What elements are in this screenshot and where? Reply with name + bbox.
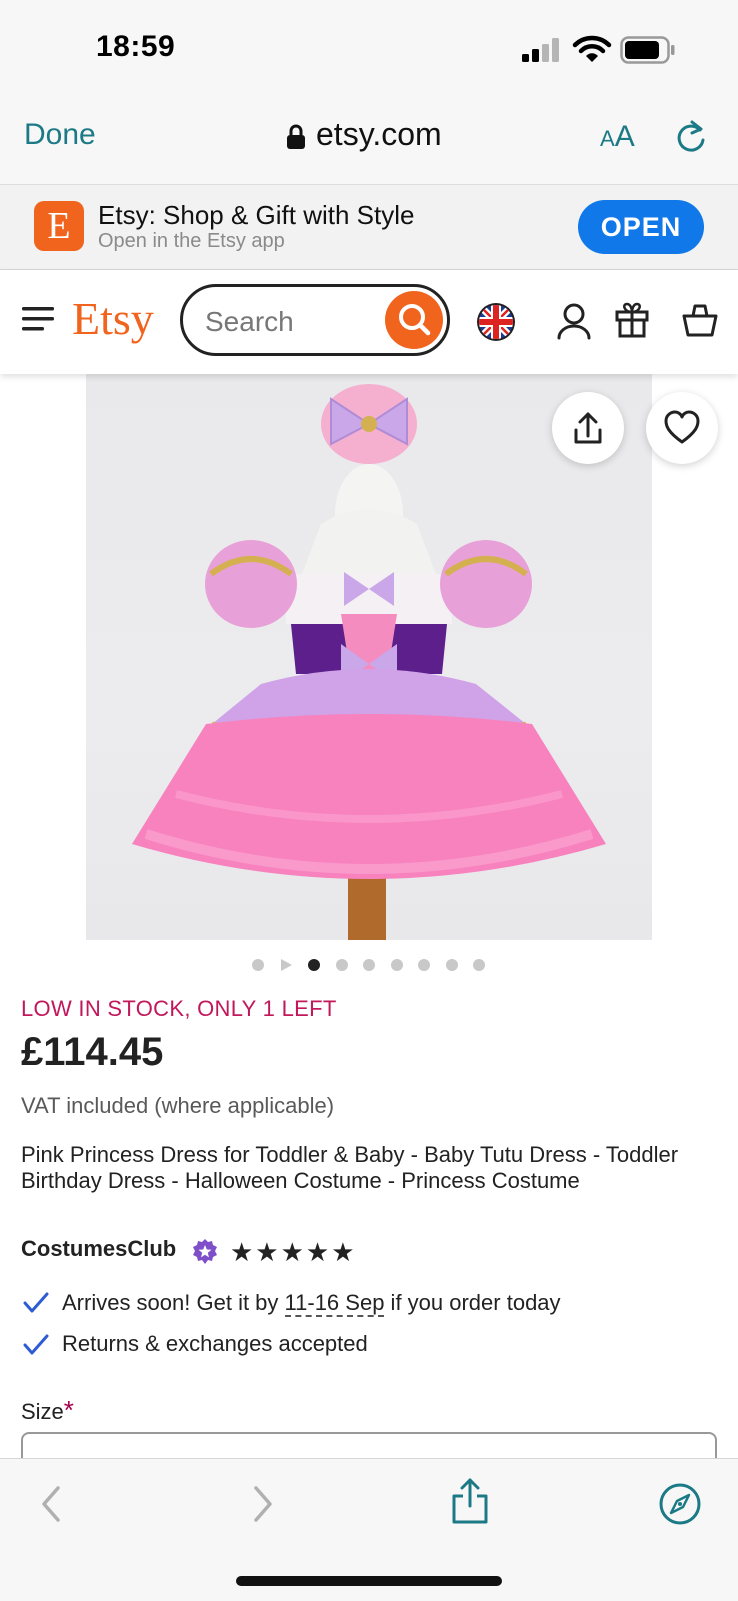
compass-icon[interactable] [658, 1482, 702, 1526]
heart-icon [664, 410, 700, 444]
share-icon [574, 412, 602, 444]
required-mark: * [63, 1395, 74, 1425]
cart-icon[interactable] [682, 302, 718, 338]
share-icon[interactable] [450, 1476, 490, 1526]
banner-subtitle: Open in the Etsy app [98, 230, 285, 252]
carousel-dot[interactable] [252, 959, 264, 971]
delivery-date[interactable]: 11-16 Sep [284, 1290, 385, 1317]
stock-status: LOW IN STOCK, ONLY 1 LEFT [21, 996, 337, 1021]
etsy-logo[interactable]: Etsy [72, 292, 154, 345]
rating-stars[interactable]: ★★★★★ [230, 1237, 357, 1268]
text-size-large-label: A [614, 120, 635, 153]
done-button[interactable]: Done [24, 118, 96, 152]
gift-icon[interactable] [614, 300, 650, 338]
star-seller-badge-icon [193, 1239, 217, 1264]
carousel-indicator [0, 955, 738, 975]
banner-title: Etsy: Shop & Gift with Style [98, 200, 415, 230]
text-size-button[interactable]: AA [600, 120, 635, 154]
size-label: Size* [21, 1395, 74, 1426]
reload-icon[interactable] [674, 118, 708, 154]
cellular-signal-icon [522, 38, 559, 62]
forward-icon[interactable] [250, 1484, 276, 1524]
favorite-button[interactable] [646, 392, 718, 464]
carousel-dot[interactable] [391, 959, 403, 971]
url-text[interactable]: etsy.com [316, 116, 442, 153]
carousel-dot[interactable] [418, 959, 430, 971]
share-button[interactable] [552, 392, 624, 464]
battery-icon [620, 36, 675, 64]
carousel-dot[interactable] [473, 959, 485, 971]
play-video-icon[interactable] [279, 958, 293, 972]
account-icon[interactable] [556, 302, 592, 340]
text-size-small-label: A [600, 126, 615, 151]
status-time: 18:59 [96, 30, 176, 63]
lock-icon [287, 124, 305, 149]
carousel-dot[interactable] [336, 959, 348, 971]
checkmark-icon [23, 1292, 49, 1313]
search-bar [180, 284, 450, 356]
home-indicator [236, 1576, 502, 1586]
price: £114.45 [21, 1030, 164, 1074]
hamburger-menu-icon[interactable] [22, 306, 54, 332]
uk-flag-icon[interactable] [476, 302, 516, 342]
vat-note: VAT included (where applicable) [21, 1093, 335, 1118]
carousel-dot[interactable] [446, 959, 458, 971]
open-app-button[interactable]: OPEN [578, 200, 704, 254]
returns-policy: Returns & exchanges accepted [62, 1331, 368, 1356]
carousel-dot-active[interactable] [308, 959, 320, 971]
shop-name-link[interactable]: CostumesClub [21, 1236, 176, 1262]
delivery-suffix: if you order today [384, 1290, 561, 1315]
search-button[interactable] [385, 291, 443, 349]
size-label-text: Size [21, 1399, 64, 1424]
product-title: Pink Princess Dress for Toddler & Baby -… [21, 1142, 679, 1193]
search-icon [399, 304, 431, 336]
etsy-app-icon: E [34, 201, 84, 251]
delivery-prefix: Arrives soon! Get it by [62, 1290, 285, 1315]
search-input[interactable] [203, 303, 377, 341]
back-icon[interactable] [38, 1484, 64, 1524]
delivery-estimate: Arrives soon! Get it by 11-16 Sep if you… [62, 1290, 561, 1317]
checkmark-icon [23, 1334, 49, 1355]
carousel-dot[interactable] [363, 959, 375, 971]
wifi-icon [572, 35, 612, 62]
